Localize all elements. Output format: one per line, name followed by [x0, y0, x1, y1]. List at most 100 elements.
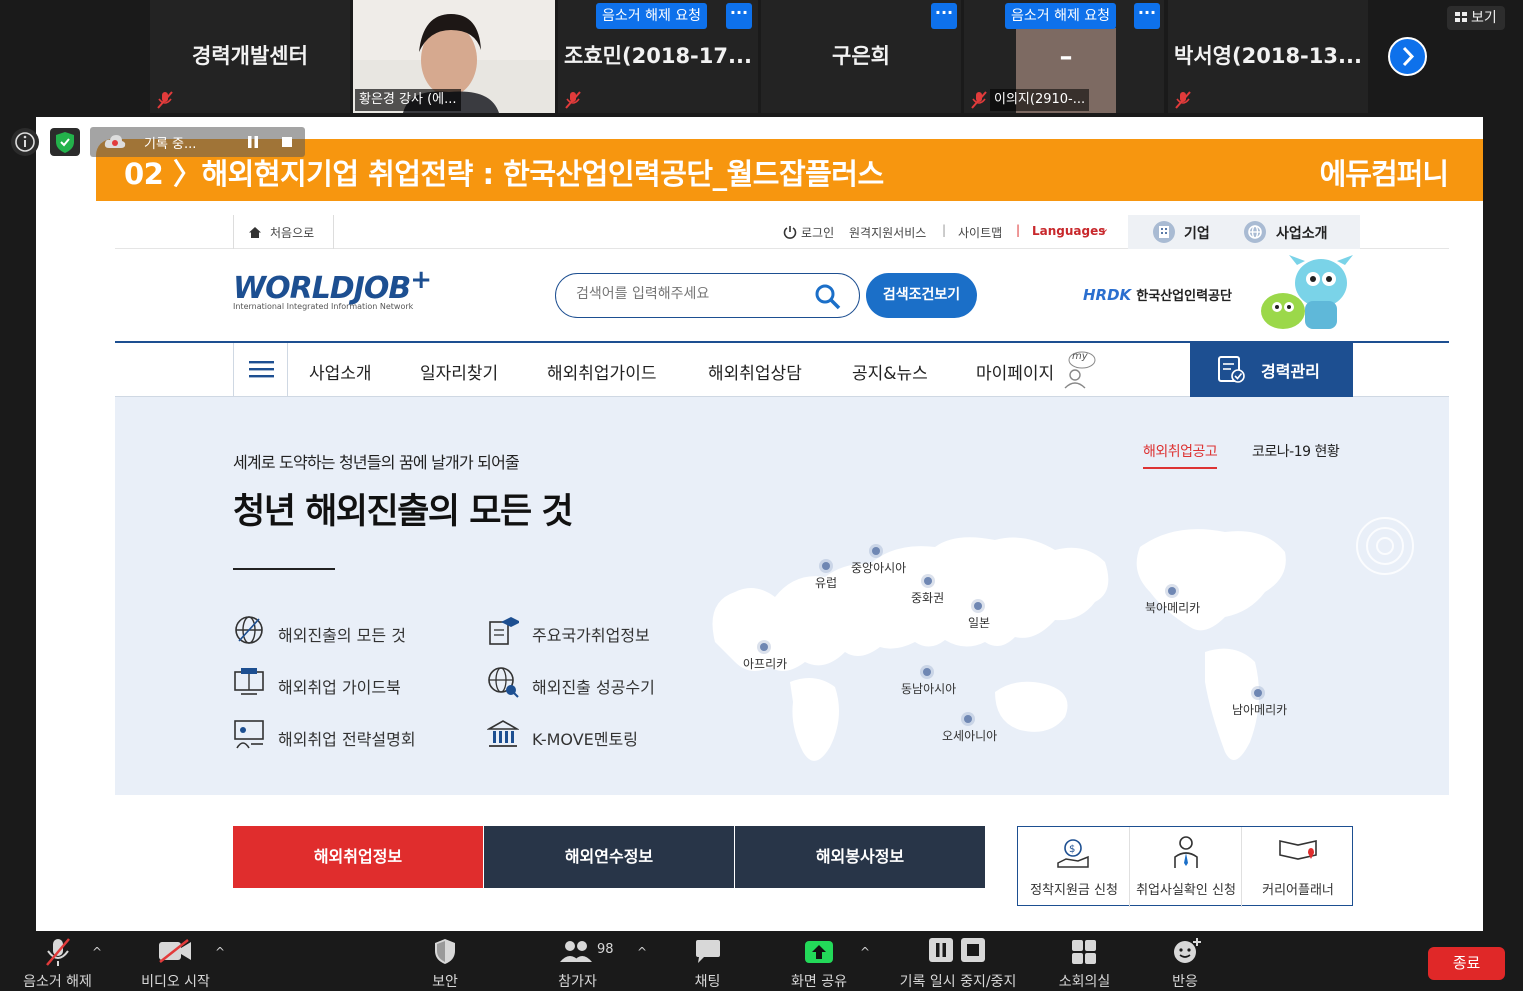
tab-overseas-job-info[interactable]: 해외취업정보 [233, 826, 483, 888]
separator: | [1016, 223, 1021, 237]
unmute-button[interactable]: 음소거 해제 [10, 931, 105, 990]
power-icon [783, 226, 797, 239]
link-country-info[interactable]: 주요국가취업정보 [532, 622, 650, 646]
pause-icon[interactable] [246, 135, 260, 149]
search-input[interactable] [576, 286, 806, 302]
participant-tile-2[interactable]: 황은경 강사 (에... [353, 0, 555, 113]
region-greater-china[interactable]: 중화권 [911, 589, 944, 606]
reactions-button[interactable]: 반응 [1150, 931, 1220, 990]
link-all-about[interactable]: 해외진출의 모든 것 [278, 622, 406, 646]
region-europe[interactable]: 유럽 [815, 574, 837, 591]
tab-overseas-volunteer-info[interactable]: 해외봉사정보 [735, 826, 985, 888]
planner-icon [1279, 840, 1317, 860]
start-video-label: 비디오 시작 [141, 974, 210, 990]
region-africa[interactable]: 아프리카 [743, 655, 787, 672]
security-button[interactable]: 보안 [405, 931, 485, 990]
share-options-caret[interactable]: ^ [860, 945, 870, 959]
search-icon[interactable] [814, 283, 842, 311]
worldjob-logo[interactable]: WORLDJOB+ International Integrated Infor… [233, 265, 432, 311]
video-options-caret[interactable]: ^ [215, 945, 225, 959]
region-dot [822, 562, 830, 570]
quick-label: 취업사실확인 신청 [1136, 883, 1236, 898]
menu-button[interactable] [233, 343, 288, 397]
sitemap-link[interactable]: 사이트맵 [958, 224, 1002, 241]
link-guidebook[interactable]: 해외취업 가이드북 [278, 674, 401, 698]
participant-tile-4[interactable]: ··· 구은희 [761, 0, 961, 113]
remote-support-link[interactable]: 원격지원서비스 [849, 224, 926, 241]
next-page-button[interactable] [1388, 37, 1427, 76]
region-central-asia[interactable]: 중앙아시아 [851, 559, 906, 576]
region-north-america[interactable]: 북아메리카 [1145, 599, 1200, 616]
shared-screen: 02 〉해외현지기업 취업전략 : 한국산업인력공단_월드잡플러스 에듀컴퍼니 … [36, 117, 1483, 931]
recording-pause-stop-button[interactable]: 기록 일시 중지/중지 [888, 931, 1028, 990]
link-success-stories[interactable]: 해외진출 성공수기 [532, 674, 655, 698]
hrdk-logo[interactable]: HRDK 한국산업인력공단 [1083, 285, 1232, 304]
tab-job-postings[interactable]: 해외취업공고 [1143, 441, 1218, 469]
region-dot [872, 547, 880, 555]
meeting-info-button[interactable] [11, 128, 39, 156]
mute-options-caret[interactable]: ^ [92, 945, 102, 959]
business-intro-link[interactable]: 사업소개 [1276, 223, 1328, 243]
chat-button[interactable]: 채팅 [670, 931, 745, 990]
world-map [712, 517, 1414, 761]
unmute-request-badge[interactable]: 음소거 해제 요청 [596, 3, 708, 29]
utility-bar: 처음으로 로그인 원격지원서비스 | 사이트맵 | Languages ⌄ 기업… [115, 215, 1449, 249]
login-link[interactable]: 로그인 [801, 224, 834, 241]
main-navigation: 사업소개 일자리찾기 해외취업가이드 해외취업상담 공지&뉴스 마이페이지 my… [115, 341, 1449, 397]
participant-name: 황은경 강사 (에... [355, 89, 461, 111]
share-screen-label: 화면 공유 [791, 974, 847, 990]
breakout-rooms-button[interactable]: 소회의실 [1047, 931, 1122, 990]
nav-notice-news[interactable]: 공지&뉴스 [852, 359, 928, 384]
participant-tile-1[interactable]: 경력개발센터 [150, 0, 350, 113]
more-options-button[interactable]: ··· [1134, 3, 1160, 29]
participant-tile-3[interactable]: 음소거 해제 요청 ··· 조효민(2018-17... [558, 0, 758, 113]
quick-settlement-grant[interactable]: $ 정착지원금 신청 [1018, 827, 1130, 907]
info-tabs: 해외취업정보 해외연수정보 해외봉사정보 [233, 826, 986, 888]
participants-options-caret[interactable]: ^ [637, 945, 647, 959]
more-options-button[interactable]: ··· [726, 3, 752, 29]
mic-muted-icon [971, 91, 987, 109]
my-badge: my [1072, 351, 1088, 362]
nav-business-intro[interactable]: 사업소개 [309, 359, 372, 384]
logo-subtitle: International Integrated Information Net… [233, 302, 414, 311]
region-southeast-asia[interactable]: 동남아시아 [901, 680, 956, 697]
nav-overseas-guide[interactable]: 해외취업가이드 [547, 359, 656, 384]
nav-job-search[interactable]: 일자리찾기 [420, 359, 498, 384]
tab-overseas-training-info[interactable]: 해외연수정보 [484, 826, 734, 888]
career-manage-button[interactable]: 경력관리 [1190, 341, 1353, 397]
region-south-america[interactable]: 남아메리카 [1232, 701, 1287, 718]
participants-button[interactable]: 98 참가자 [535, 931, 620, 990]
quick-employment-confirm[interactable]: 취업사실확인 신청 [1130, 827, 1242, 907]
tab-covid-status[interactable]: 코로나-19 현황 [1252, 441, 1340, 461]
nav-overseas-consult[interactable]: 해외취업상담 [708, 359, 802, 384]
languages-dropdown[interactable]: Languages [1032, 224, 1105, 238]
info-icon [15, 132, 35, 152]
more-options-button[interactable]: ··· [931, 3, 957, 29]
end-meeting-button[interactable]: 종료 [1428, 947, 1505, 980]
participant-tile-5[interactable]: – 음소거 해제 요청 ··· 이의지(2910-... [964, 0, 1164, 113]
stop-icon[interactable] [280, 135, 294, 149]
advanced-search-button[interactable]: 검색조건보기 [866, 273, 977, 318]
view-button[interactable]: 보기 [1447, 6, 1505, 30]
logo-text: WORLDJOB [233, 271, 411, 306]
link-kmove-mentoring[interactable]: K-MOVE멘토링 [532, 726, 638, 750]
share-screen-button[interactable]: 화면 공유 [775, 931, 863, 990]
emoji-icon [1174, 938, 1201, 963]
home-link[interactable]: 처음으로 [270, 224, 314, 241]
participant-tile-6[interactable]: 박서영(2018-13... [1168, 0, 1368, 113]
encryption-status[interactable] [50, 128, 80, 156]
region-oceania[interactable]: 오세아니아 [942, 727, 997, 744]
mic-muted-icon [157, 91, 173, 109]
region-japan[interactable]: 일본 [968, 614, 990, 631]
start-video-button[interactable]: 비디오 시작 [128, 931, 223, 990]
participant-name: 박서영(2018-13... [1174, 44, 1362, 68]
nav-mypage[interactable]: 마이페이지 [976, 359, 1054, 384]
building-icon [1153, 221, 1175, 243]
link-strategy-briefing[interactable]: 해외취업 전략설명회 [278, 726, 416, 750]
mascot-illustration [1261, 255, 1353, 329]
quick-career-planner[interactable]: 커리어플래너 [1242, 827, 1354, 907]
company-link[interactable]: 기업 [1184, 223, 1210, 243]
unmute-request-badge[interactable]: 음소거 해제 요청 [1005, 3, 1117, 29]
participants-icon [560, 941, 592, 962]
hero-title: 청년 해외진출의 모든 것 [233, 492, 574, 532]
